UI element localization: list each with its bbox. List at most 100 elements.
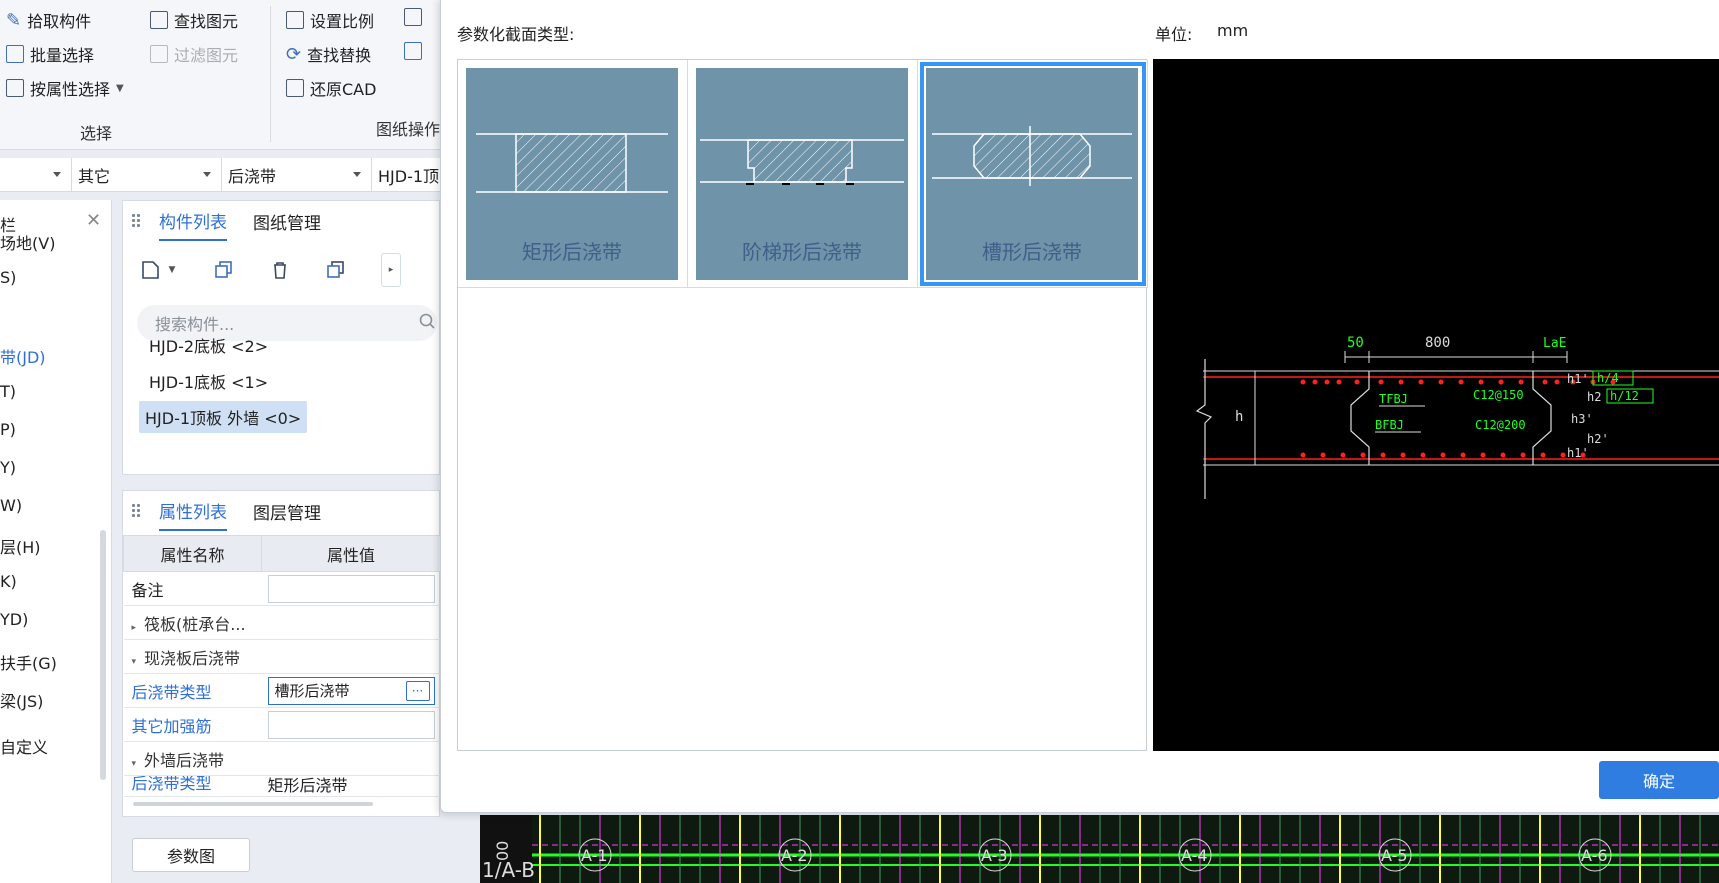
find-element-icon [150,11,168,29]
horizontal-scrollbar[interactable] [133,802,373,806]
label-c200: C12@200 [1475,418,1526,432]
property-list-panel: 属性列表 图层管理 属性名称 属性值 备注 ▸ 筏板(桩承台... ▾ 现浇板后浇带… [122,490,441,817]
new-dropdown-button[interactable]: ▼ [163,253,181,287]
filter-element-button[interactable]: 过滤图元 [150,42,238,66]
post-pour-type-field[interactable]: 槽形后浇带 ··· [267,676,435,705]
chevron-down-icon: ▼ [168,265,176,275]
nav-item[interactable]: 带(JD) [0,344,46,368]
nav-item[interactable]: 层(H) [0,534,41,558]
rebar-field[interactable] [267,710,435,739]
group-label-select: 选择 [80,124,113,143]
prop-name: 其它加强筋 [123,707,262,742]
rebar-dot [1498,379,1504,385]
component-dropdown[interactable]: HJD-1顶 [372,158,440,192]
floor-dropdown[interactable] [0,158,72,192]
nav-item[interactable]: S) [0,268,16,287]
ribbon-divider [270,6,271,142]
nav-item[interactable]: W) [0,496,22,515]
component-nav: 栏 ✕ 场地(V) S) 带(JD) T) P) Y) W) 层(H) K) YD) 扶手(G) 梁(… [0,200,112,883]
tab-layer-management[interactable]: 图层管理 [253,491,321,531]
label-h4: h/4 [1597,371,1619,385]
wall-type-value[interactable]: 矩形后浇带 [261,775,441,797]
tab-component-list[interactable]: 构件列表 [159,201,227,241]
scale-icon [286,11,304,29]
find-replace-button[interactable]: ⟳ 查找替换 [286,42,371,66]
ribbon-extra-button-2[interactable] [404,42,422,60]
type-dropdown[interactable]: 后浇带 [222,158,372,192]
more-button[interactable]: ··· [405,680,430,701]
pick-component-button[interactable]: ✎ 拾取构件 [6,8,91,32]
axis-label: A-3 [981,846,1008,865]
category-dropdown[interactable]: 其它 [72,158,222,192]
chevron-down-icon [53,172,61,177]
group-row[interactable]: ▸ 筏板(桩承台... [123,605,441,640]
rebar-dot [1340,452,1346,458]
label-h1-top: h1' [1567,372,1589,386]
more-tools-button[interactable]: ▸ [381,253,401,287]
chevron-down-icon [203,172,211,177]
chevron-down-icon [353,172,361,177]
find-replace-icon: ⟳ [286,43,302,65]
set-scale-button[interactable]: 设置比例 [286,8,374,32]
rebar-dot [1518,379,1524,385]
ribbon-extra-button-1[interactable] [404,8,422,26]
label-h2b: h2' [1587,432,1609,446]
nav-item[interactable]: 自定义 [0,734,48,758]
parameter-diagram-button[interactable]: 参数图 [132,838,250,872]
type-card-rect[interactable]: 矩形后浇带 [458,60,688,288]
nav-scrollbar[interactable] [100,530,106,780]
tab-property-list[interactable]: 属性列表 [159,491,227,531]
nav-item[interactable]: 梁(JS) [0,688,43,712]
select-by-attr-button[interactable]: 按属性选择 ▼ [6,76,124,100]
tab-drawing-management[interactable]: 图纸管理 [253,201,321,241]
type-card-step[interactable]: 阶梯形后浇带 [688,60,918,288]
thumb-groove: 槽形后浇带 [926,68,1138,280]
nav-item[interactable]: Y) [0,458,16,477]
prop-name: 后浇带类型 [123,775,262,797]
restore-cad-button[interactable]: 还原CAD [286,76,376,100]
rebar-dot [1480,452,1486,458]
nav-item[interactable]: T) [0,382,16,401]
label-tfbj: TFBJ [1379,392,1408,406]
nav-item[interactable]: YD) [0,610,28,629]
drag-grip-icon[interactable] [131,213,141,229]
dim-lae: LaE [1543,336,1566,351]
trash-icon [274,262,286,279]
rebar-dot [1398,379,1404,385]
table-row: 其它加强筋 [123,707,441,742]
nav-item[interactable]: K) [0,572,17,591]
rebar-dot [1300,379,1306,385]
duplicate-button[interactable] [319,253,353,287]
note-field[interactable] [267,574,435,603]
find-element-button[interactable]: 查找图元 [150,8,238,32]
delete-button[interactable] [263,253,297,287]
section-preview: 50 800 LaE h TFBJ BFBJ C12@150 C12@200 h… [1153,59,1719,751]
ok-button[interactable]: 确定 [1599,761,1719,799]
chevron-down-icon: ▾ [131,656,137,667]
list-item[interactable]: HJD-1底板 <1> [143,365,274,397]
list-item-selected[interactable]: HJD-1顶板 外墙 <0> [139,401,308,433]
label-c150: C12@150 [1473,388,1524,402]
search-icon[interactable] [419,313,435,335]
eyedropper-icon: ✎ [6,9,22,31]
attr-select-icon [6,79,24,97]
type-card-groove[interactable]: 槽形后浇带 [918,60,1148,288]
cad-tool-icon [404,8,422,26]
close-icon[interactable]: ✕ [86,210,101,231]
drag-grip-icon[interactable] [131,503,141,519]
nav-item[interactable]: 场地(V) [0,230,55,254]
rebar-dot [1542,379,1548,385]
group-row[interactable]: ▾ 外墙后浇带 [123,741,441,776]
label-h1-bottom: h1' [1567,446,1589,460]
dimension-number: 00 [493,841,512,861]
copy-button[interactable] [207,253,241,287]
nav-item[interactable]: P) [0,420,16,439]
nav-item[interactable]: 扶手(G) [0,650,57,674]
group-row[interactable]: ▾ 现浇板后浇带 [123,639,441,674]
cad-canvas[interactable]: A-1 A-2 A-3 A-4 A-5 A-6 1/A-B 00 [480,815,1719,883]
batch-select-button[interactable]: 批量选择 [6,42,94,66]
new-component-button[interactable] [133,253,167,287]
prop-name: 后浇带类型 [123,673,262,708]
list-item[interactable]: HJD-2底板 <2> [143,329,274,361]
rebar-dot [1380,452,1386,458]
